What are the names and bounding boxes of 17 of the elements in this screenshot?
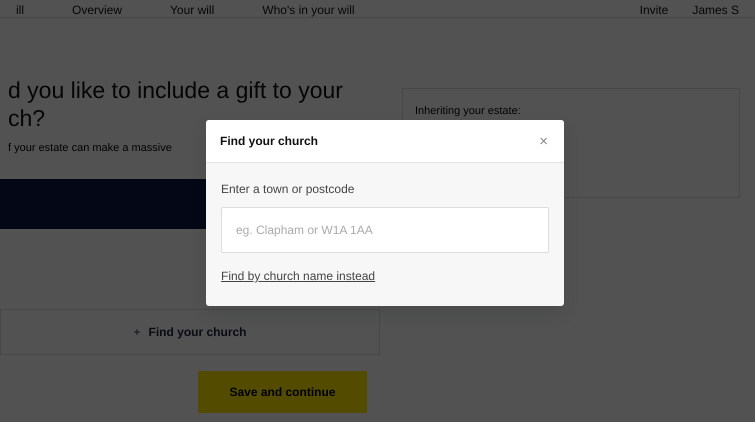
page-subtitle: f your estate can make a massive [8, 141, 172, 156]
find-church-button[interactable]: + Find your church [0, 309, 380, 355]
nav-link[interactable]: Your will [170, 3, 214, 17]
sidebar-title: Inheriting your estate: [415, 105, 521, 117]
nav-link[interactable]: Invite [640, 3, 668, 17]
nav-link[interactable]: James S [692, 3, 739, 17]
nav-link[interactable]: ill [16, 3, 24, 17]
plus-icon: + [133, 323, 140, 341]
save-continue-button[interactable]: Save and continue [198, 371, 367, 413]
field-label: Enter a town or postcode [221, 181, 356, 198]
postcode-input-field[interactable]: eg. Clapham or W1A 1AA [221, 207, 549, 253]
page-heading: d you like to include a gift to your ch? [7, 76, 344, 132]
close-button[interactable]: × [537, 134, 550, 148]
modal-title: Find your church [220, 133, 318, 150]
nav-link[interactable]: Who's in your will [262, 3, 355, 17]
church-name-link[interactable]: Find by church name instead [221, 267, 376, 285]
nav-link[interactable]: Overview [72, 3, 122, 17]
